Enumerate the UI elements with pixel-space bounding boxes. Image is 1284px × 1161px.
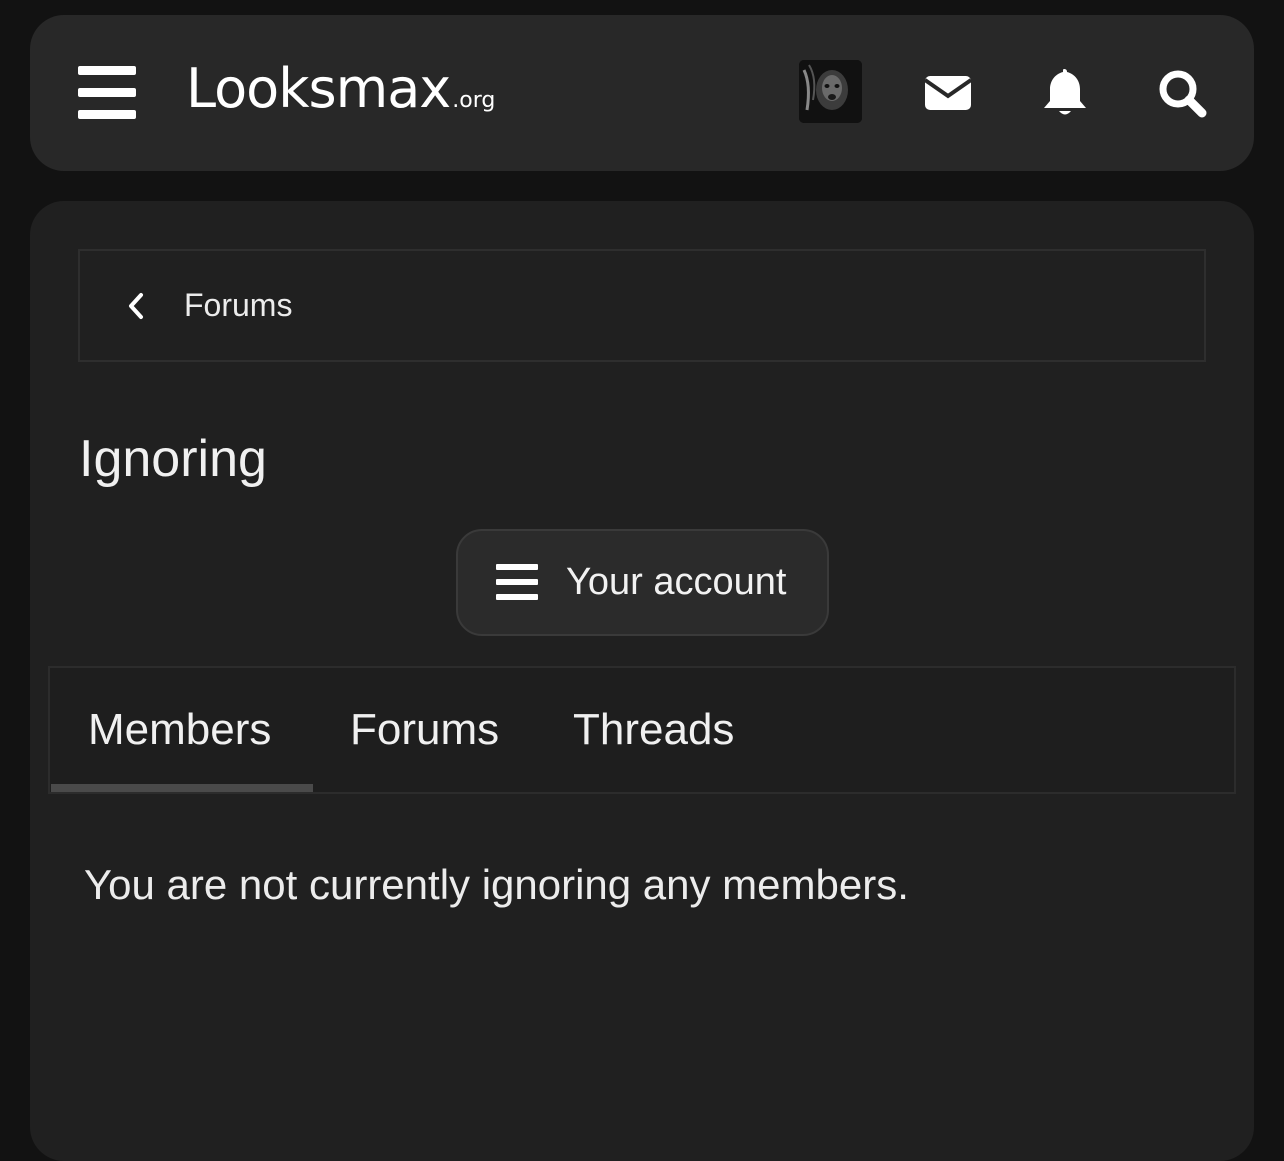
site-header: Looksmax .org (30, 15, 1254, 171)
active-tab-indicator (51, 784, 313, 792)
page-title: Ignoring (79, 430, 267, 488)
main-content: Forums Ignoring Your account Members For… (30, 201, 1254, 1161)
bell-icon[interactable] (1035, 63, 1095, 123)
tab-members[interactable]: Members (88, 668, 271, 792)
tab-label: Members (88, 705, 272, 754)
breadcrumb[interactable]: Forums (78, 249, 1206, 362)
search-icon[interactable] (1152, 63, 1212, 123)
logo-text: Looksmax (186, 57, 451, 120)
menu-lines-icon (496, 563, 538, 602)
your-account-button[interactable]: Your account (456, 529, 829, 636)
empty-state-message: You are not currently ignoring any membe… (84, 861, 909, 908)
chevron-left-icon (129, 292, 143, 319)
envelope-icon[interactable] (917, 63, 977, 123)
avatar[interactable] (799, 60, 862, 123)
tab-label: Forums (350, 705, 500, 754)
breadcrumb-label: Forums (184, 287, 293, 323)
tab-bar: Members Forums Threads (48, 666, 1236, 794)
your-account-label: Your account (566, 561, 787, 603)
tab-forums[interactable]: Forums (350, 668, 499, 792)
site-logo[interactable]: Looksmax .org (186, 57, 495, 127)
hamburger-menu-icon[interactable] (78, 66, 138, 120)
logo-tld: .org (452, 88, 496, 113)
tab-label: Threads (573, 705, 735, 754)
tab-threads[interactable]: Threads (573, 668, 734, 792)
